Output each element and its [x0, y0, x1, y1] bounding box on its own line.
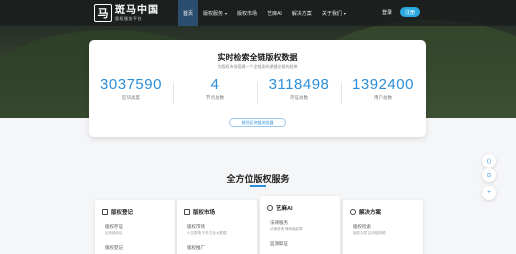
login-link[interactable]: 登录	[382, 9, 392, 16]
zebra-logo-icon: 马	[94, 4, 112, 22]
service-card-ai[interactable]: 艺麻AI 法律服务 法律咨询 律师函起草 监测取证	[260, 196, 340, 254]
stat-label: 存证总数	[290, 95, 308, 100]
nav-ai[interactable]: 艺麻AI	[262, 0, 287, 26]
brand-logo[interactable]: 马 斑马中国 版权服务平台	[94, 4, 159, 22]
edit-icon	[102, 209, 108, 215]
service-link[interactable]: 监测取证	[270, 241, 288, 247]
services-title: 全方位版权服务	[226, 174, 290, 184]
service-card-title: 版权登记	[111, 210, 134, 216]
top-navbar: 马 斑马中国 版权服务平台 首页 版权服务 ▾ 版权市场 艺麻AI 解决方案 关于…	[0, 0, 516, 26]
service-card-title: 解决方案	[359, 210, 382, 216]
service-card-registration[interactable]: 版权登记 版权存证 区块链存证 版权登记	[95, 200, 175, 254]
stats-subtitle: 为版权市场搭建一个全链条的便捷交易的纽带	[217, 64, 298, 69]
chevron-down-icon: ▾	[343, 10, 346, 16]
stat-evidence-count: 3118498 存证总数	[257, 77, 341, 101]
service-desc: 版权交易 区块链溯源	[353, 231, 386, 235]
nav-copyright-service[interactable]: 版权服务 ▾	[198, 0, 232, 26]
service-card-title: 版权市场	[193, 210, 216, 216]
stat-block-height: 3037590 区块高度	[89, 77, 173, 101]
register-button[interactable]: 注册	[400, 7, 420, 17]
grid-icon	[184, 209, 190, 215]
nav-home[interactable]: 首页	[178, 0, 199, 26]
stats-title: 实时检索全链版权数据	[217, 53, 298, 62]
main-nav: 首页 版权服务 ▾ 版权市场 艺麻AI 解决方案 关于我们 ▾	[178, 0, 351, 26]
stat-value: 4	[210, 76, 220, 93]
stat-user-count: 1392400 用户总数	[341, 77, 425, 101]
add-float-icon[interactable]: +	[482, 186, 496, 200]
service-desc: 区块链存证	[105, 231, 123, 235]
nav-copyright-market[interactable]: 版权市场	[232, 0, 262, 26]
service-card-title: 艺麻AI	[276, 206, 293, 212]
stats-card: 实时检索全链版权数据 为版权市场搭建一个全链条的便捷交易的纽带 3037590 …	[89, 40, 426, 137]
service-desc: 小艺剧场 中外文化大数据	[187, 231, 227, 235]
stat-value: 1392400	[352, 76, 414, 93]
nav-solutions[interactable]: 解决方案	[287, 0, 317, 26]
code-float-icon[interactable]: ⟨⟩	[482, 154, 496, 168]
stat-label: 节点总数	[206, 95, 224, 100]
nav-about[interactable]: 关于我们 ▾	[317, 0, 351, 26]
service-link[interactable]: 版权检索	[353, 224, 371, 230]
stat-value: 3118498	[268, 76, 330, 93]
service-link[interactable]: 法律服务	[270, 220, 288, 226]
ai-icon	[267, 205, 273, 211]
brand-tagline: 版权服务平台	[115, 15, 142, 21]
stat-label: 区块高度	[122, 95, 140, 100]
service-desc: 法律咨询 律师函起草	[270, 227, 303, 231]
solution-icon	[350, 209, 356, 215]
stat-node-count: 4 节点总数	[173, 77, 257, 101]
services-title-underline	[250, 185, 266, 187]
service-link[interactable]: 版权存证	[105, 224, 123, 230]
service-card-market[interactable]: 版权市场 版权市场 小艺剧场 中外文化大数据 版权推广	[177, 200, 257, 254]
contact-float-icon[interactable]: ⊙	[482, 168, 496, 182]
blockchain-explorer-button[interactable]: 前往区块链浏览器	[229, 118, 286, 127]
service-link[interactable]: 版权市场	[187, 224, 205, 230]
stat-value: 3037590	[100, 76, 162, 93]
service-card-solutions[interactable]: 解决方案 版权检索 版权交易 区块链溯源	[343, 200, 423, 254]
brand-name: 斑马中国	[115, 4, 159, 16]
chevron-down-icon: ▾	[225, 10, 228, 16]
stat-label: 用户总数	[374, 95, 392, 100]
service-link[interactable]: 版权登记	[105, 245, 123, 251]
service-link[interactable]: 版权推广	[187, 245, 205, 251]
